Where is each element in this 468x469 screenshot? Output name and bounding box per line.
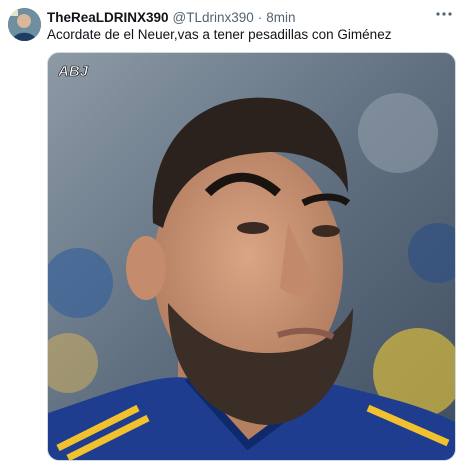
player-photo [48,53,455,460]
avatar[interactable] [8,8,41,41]
tweet-header: TheReaLDRINX390 @TLdrinx390 · 8min [47,8,428,26]
tweet-text: Acordate de el Neuer,vas a tener pesadil… [47,27,392,42]
tweet-card: TheReaLDRINX390 @TLdrinx390 · 8min Acord… [0,0,468,469]
author-name[interactable]: TheReaLDRINX390 [47,10,169,25]
tweet-photo[interactable]: ABJ [47,52,456,461]
watermark-logo: ABJ [57,63,112,84]
author-handle[interactable]: @TLdrinx390 [173,10,254,25]
separator-dot: · [257,9,263,25]
timestamp[interactable]: 8min [266,10,295,25]
svg-text:ABJ: ABJ [58,63,89,79]
more-options-icon[interactable] [432,4,456,24]
